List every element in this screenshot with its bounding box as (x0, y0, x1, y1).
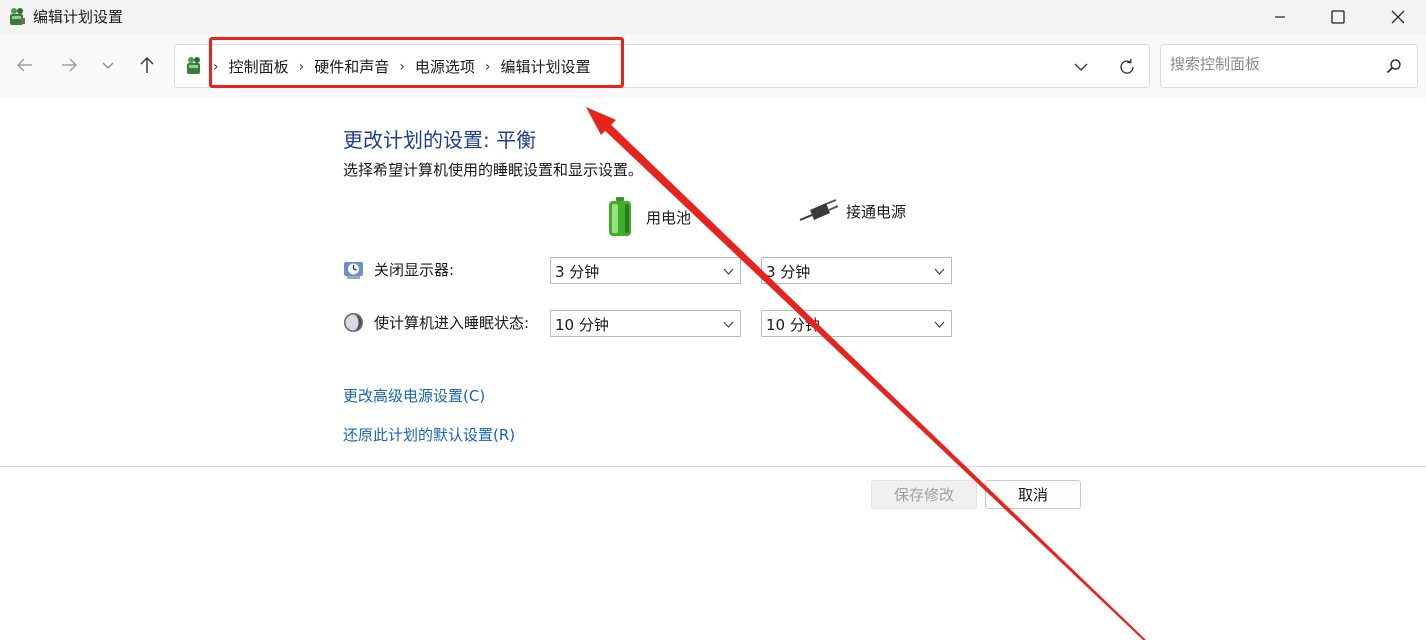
arrow-right-icon (62, 58, 77, 72)
breadcrumb-separator: › (484, 58, 491, 75)
refresh-icon (1120, 59, 1134, 74)
address-dropdown-button[interactable] (1069, 55, 1093, 79)
control-panel-icon (187, 57, 200, 74)
select-value: 10 分钟 (766, 316, 820, 334)
breadcrumb-item-power-options[interactable]: 电源选项 (415, 56, 475, 77)
sleep-battery-select[interactable]: 10 分钟 (550, 310, 741, 337)
sleep-row: 使计算机进入睡眠状态: (343, 312, 529, 333)
maximize-icon (1331, 10, 1345, 24)
close-button[interactable] (1368, 0, 1426, 34)
advanced-power-settings-link[interactable]: 更改高级电源设置(C) (343, 385, 485, 406)
cancel-button[interactable]: 取消 (985, 480, 1081, 509)
chevron-down-icon (102, 62, 114, 69)
plugged-column-label: 接通电源 (846, 202, 907, 221)
maximize-button[interactable] (1308, 0, 1368, 34)
recent-locations-button[interactable] (91, 48, 125, 82)
search-input[interactable] (1170, 55, 1370, 73)
minimize-icon (1275, 16, 1285, 18)
page-description: 选择希望计算机使用的睡眠设置和显示设置。 (343, 161, 644, 179)
breadcrumb-item-edit-plan[interactable]: 编辑计划设置 (500, 56, 590, 77)
breadcrumb-separator: › (298, 58, 305, 75)
sleep-plugged-select[interactable]: 10 分钟 (761, 310, 952, 337)
chevron-down-icon (1074, 63, 1088, 71)
restore-defaults-link[interactable]: 还原此计划的默认设置(R) (343, 424, 515, 445)
divider (0, 466, 1426, 467)
chevron-down-icon (934, 321, 945, 328)
arrow-up-icon (140, 57, 154, 73)
address-bar[interactable]: › 控制面板 › 硬件和声音 › 电源选项 › 编辑计划设置 (174, 44, 1150, 88)
search-box (1160, 44, 1418, 88)
refresh-button[interactable] (1115, 55, 1139, 79)
navigation-bar: › 控制面板 › 硬件和声音 › 电源选项 › 编辑计划设置 (0, 34, 1426, 98)
sleep-label: 使计算机进入睡眠状态: (374, 314, 530, 332)
select-value: 3 分钟 (555, 263, 600, 281)
chevron-down-icon (723, 268, 734, 275)
display-clock-icon (344, 262, 363, 279)
back-button[interactable] (8, 48, 42, 82)
arrow-left-icon (17, 58, 32, 72)
save-button[interactable]: 保存修改 (871, 480, 977, 509)
minimize-button[interactable] (1250, 0, 1310, 34)
battery-icon (609, 197, 631, 236)
moon-icon (344, 313, 363, 332)
select-value: 10 分钟 (555, 316, 609, 334)
select-value: 3 分钟 (766, 263, 811, 281)
control-panel-icon (10, 8, 25, 25)
display-off-plugged-select[interactable]: 3 分钟 (761, 257, 952, 284)
up-button[interactable] (130, 48, 164, 82)
chevron-down-icon (723, 321, 734, 328)
close-icon (1391, 10, 1405, 24)
display-off-battery-select[interactable]: 3 分钟 (550, 257, 741, 284)
chevron-down-icon (934, 268, 945, 275)
battery-column-label: 用电池 (646, 208, 692, 227)
search-icon[interactable] (1385, 57, 1403, 75)
breadcrumb-separator: › (399, 58, 405, 75)
turn-off-display-row: 关闭显示器: (343, 259, 454, 280)
power-plug-icon (799, 199, 838, 221)
page-title: 更改计划的设置: 平衡 (343, 128, 537, 152)
breadcrumb-item-hardware-sound[interactable]: 硬件和声音 (314, 56, 389, 77)
breadcrumb-separator: › (213, 58, 219, 75)
forward-button[interactable] (52, 48, 86, 82)
title-bar: 编辑计划设置 (0, 0, 1426, 34)
breadcrumb: › 控制面板 › 硬件和声音 › 电源选项 › 编辑计划设置 (213, 56, 591, 77)
battery-column-header: 用电池 (606, 196, 691, 238)
window-title: 编辑计划设置 (33, 8, 124, 26)
turn-off-display-label: 关闭显示器: (374, 261, 455, 279)
plugged-column-header: 接通电源 (798, 196, 906, 226)
breadcrumb-item-control-panel[interactable]: 控制面板 (229, 56, 289, 77)
